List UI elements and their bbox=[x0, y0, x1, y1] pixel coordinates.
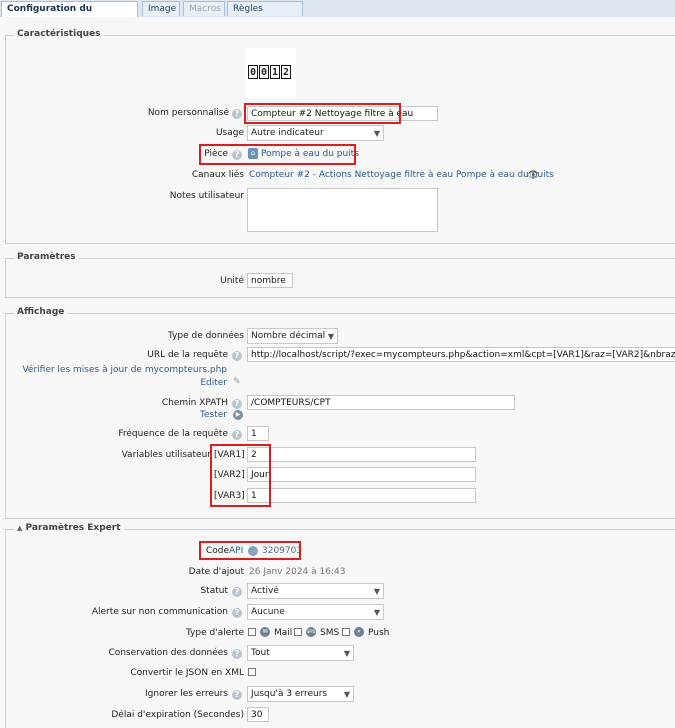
retention-select[interactable]: Tout ▼ bbox=[247, 645, 354, 661]
nocomm-value: Aucune bbox=[251, 607, 285, 617]
var1-input[interactable]: 2 bbox=[247, 447, 476, 462]
chevron-down-icon: ▼ bbox=[373, 587, 380, 596]
parameters-legend: Paramètres bbox=[14, 252, 79, 262]
help-icon[interactable]: ? bbox=[232, 351, 242, 361]
chevron-down-icon: ▼ bbox=[343, 649, 350, 658]
ignore-errors-select[interactable]: Jusqu'à 3 erreurs ▼ bbox=[247, 686, 354, 702]
usage-label: Usage bbox=[215, 128, 244, 138]
highlight-box bbox=[244, 103, 401, 124]
push-icon: » bbox=[354, 627, 364, 637]
tab-macros[interactable]: Macros bbox=[183, 1, 225, 16]
freq-label: Fréquence de la requête bbox=[118, 429, 228, 439]
var3-input[interactable]: 1 bbox=[247, 488, 476, 503]
help-icon[interactable]: ? bbox=[232, 587, 242, 597]
expert-legend[interactable]: ▲ Paramètres Expert bbox=[14, 523, 124, 533]
datatype-label: Type de données bbox=[167, 331, 244, 341]
help-icon[interactable]: ? bbox=[232, 399, 242, 409]
notes-label: Notes utilisateur bbox=[169, 191, 244, 201]
unit-input[interactable]: nombre bbox=[247, 273, 293, 288]
characteristics-legend: Caractéristiques bbox=[14, 29, 104, 39]
retention-label: Conservation des données bbox=[108, 648, 228, 658]
counter-display: 0 0 1 2 bbox=[248, 65, 291, 79]
status-value: Activé bbox=[251, 586, 279, 596]
parameters-section: Paramètres bbox=[5, 252, 675, 298]
tab-associated-rules[interactable]: Règles associées bbox=[227, 1, 303, 29]
push-checkbox[interactable] bbox=[342, 628, 350, 636]
datatype-value: Nombre décimal bbox=[251, 331, 326, 341]
usage-select[interactable]: Autre indicateur ▼ bbox=[247, 125, 384, 141]
counter-digit: 2 bbox=[281, 65, 291, 79]
help-icon[interactable]: ? bbox=[232, 649, 242, 659]
chevron-down-icon: ▼ bbox=[343, 690, 350, 699]
help-icon[interactable]: ? bbox=[232, 690, 242, 700]
highlight-box bbox=[199, 144, 356, 165]
ignore-value: Jusqu'à 3 erreurs bbox=[251, 689, 328, 699]
eye-icon[interactable]: 👁 bbox=[527, 170, 540, 181]
xpath-label: Chemin XPATH bbox=[161, 398, 228, 408]
mail-label: Mail bbox=[274, 628, 293, 638]
usage-value: Autre indicateur bbox=[251, 128, 324, 138]
nocomm-label: Alerte sur non communication bbox=[91, 607, 228, 617]
counter-digit: 0 bbox=[248, 65, 258, 79]
channels-label: Canaux liés bbox=[191, 170, 244, 180]
notes-textarea[interactable] bbox=[247, 188, 438, 232]
linked-channels-link[interactable]: Compteur #2 - Actions Nettoyage filtre à… bbox=[249, 170, 554, 180]
help-icon[interactable]: ? bbox=[232, 430, 242, 440]
timeout-label: Délai d'expiration (Secondes) bbox=[111, 710, 244, 720]
status-label: Statut bbox=[200, 586, 228, 596]
test-link[interactable]: Tester bbox=[200, 410, 227, 420]
date-label: Date d'ajout bbox=[188, 567, 244, 577]
retention-value: Tout bbox=[251, 648, 270, 658]
tab-bar: Configuration du périphérique Image Macr… bbox=[0, 0, 675, 29]
alert-type-label: Type d'alerte bbox=[185, 628, 244, 638]
xpath-input[interactable]: /COMPTEURS/CPT bbox=[247, 395, 515, 410]
highlight-box bbox=[199, 541, 301, 560]
timeout-input[interactable]: 30 bbox=[247, 707, 269, 722]
frequency-input[interactable]: 1 bbox=[247, 426, 269, 441]
counter-digit: 1 bbox=[270, 65, 280, 79]
name-label: Nom personnalisé bbox=[147, 108, 229, 118]
chevron-down-icon: ▼ bbox=[373, 608, 380, 617]
json-to-xml-checkbox[interactable] bbox=[248, 668, 256, 676]
sms-checkbox[interactable] bbox=[294, 628, 302, 636]
datatype-select[interactable]: Nombre décimal ▼ bbox=[247, 328, 338, 344]
ignore-label: Ignorer les erreurs bbox=[145, 689, 228, 699]
unit-label: Unité bbox=[220, 276, 244, 286]
chevron-down-icon: ▼ bbox=[327, 332, 334, 341]
sms-label: SMS bbox=[320, 628, 340, 638]
mail-checkbox[interactable] bbox=[248, 628, 256, 636]
date-value: 26 Janv 2024 à 16:43 bbox=[249, 567, 346, 577]
check-updates-link[interactable]: Vérifier les mises à jour de mycompteurs… bbox=[22, 365, 227, 375]
pencil-icon[interactable]: ✎ bbox=[233, 377, 241, 387]
help-icon[interactable]: ? bbox=[232, 608, 242, 618]
counter-digit: 0 bbox=[259, 65, 269, 79]
play-icon[interactable]: ▶ bbox=[233, 410, 243, 420]
json-label: Convertir le JSON en XML bbox=[130, 668, 244, 678]
tab-device-config[interactable]: Configuration du périphérique bbox=[1, 1, 138, 29]
var2-input[interactable]: Jour bbox=[247, 467, 476, 482]
request-url-input[interactable]: http://localhost/script/?exec=mycompteur… bbox=[247, 347, 675, 362]
mail-icon: ✉ bbox=[260, 627, 270, 637]
push-label: Push bbox=[368, 628, 390, 638]
collapse-arrow-icon: ▲ bbox=[17, 524, 23, 532]
status-select[interactable]: Activé ▼ bbox=[247, 583, 384, 599]
nocomm-select[interactable]: Aucune ▼ bbox=[247, 604, 384, 620]
highlight-box bbox=[210, 444, 271, 507]
sms-icon: SMS bbox=[306, 627, 316, 637]
edit-link[interactable]: Editer bbox=[200, 378, 227, 388]
expert-legend-text: Paramètres Expert bbox=[25, 523, 121, 533]
tab-image[interactable]: Image bbox=[142, 1, 180, 16]
url-label: URL de la requête bbox=[147, 350, 228, 360]
chevron-down-icon: ▼ bbox=[373, 129, 380, 138]
user-vars-label: Variables utilisateur bbox=[121, 450, 211, 460]
help-icon[interactable]: ? bbox=[232, 109, 242, 119]
display-legend: Affichage bbox=[14, 307, 68, 317]
